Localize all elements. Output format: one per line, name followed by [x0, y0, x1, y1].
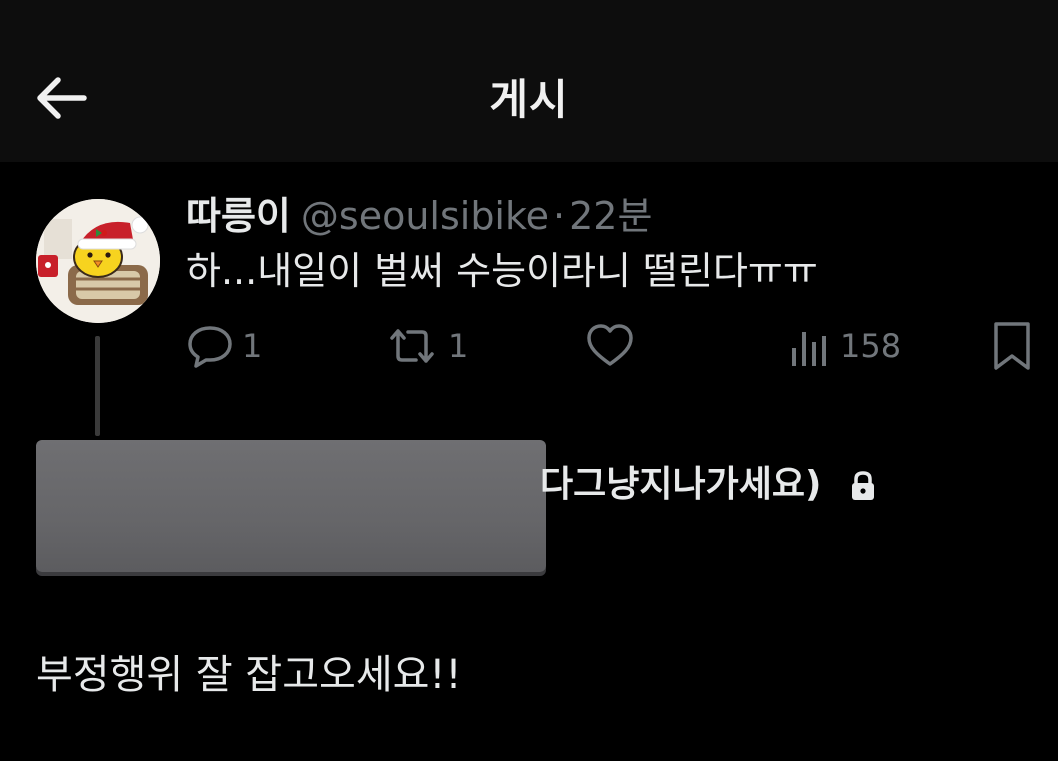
views-count: 158 — [840, 327, 902, 365]
lock-icon — [852, 471, 874, 500]
user-handle[interactable]: @seoulsibike — [301, 194, 549, 238]
redaction-box — [36, 440, 546, 572]
heart-icon — [587, 324, 633, 366]
tweet-text: 하...내일이 벌써 수능이라니 떨린다ㅠㅠ — [186, 249, 818, 293]
bookmark-icon — [994, 322, 1030, 370]
top-app-bar: 게시 — [0, 0, 1058, 162]
reply-button[interactable]: 1 — [186, 318, 262, 374]
bookmark-button[interactable] — [990, 318, 1034, 374]
retweet-icon — [390, 329, 434, 363]
bar-chart-icon — [792, 332, 826, 366]
views-button[interactable]: 158 — [788, 318, 901, 374]
separator-dot: · — [553, 194, 566, 238]
reply-display-name[interactable]: 다그냥지나가세요) — [540, 462, 821, 508]
retweet-button[interactable]: 1 — [384, 318, 468, 374]
comment-icon — [188, 326, 232, 368]
display-name[interactable]: 따릉이 — [186, 194, 291, 238]
reply-text: 부정행위 잘 잡고오세요!! — [36, 652, 462, 698]
chick-santa-avatar — [36, 199, 160, 323]
tweet-header: 따릉이 @seoulsibike · 22분 — [186, 193, 652, 239]
avatar[interactable] — [36, 199, 160, 323]
page-title: 게시 — [489, 75, 569, 124]
like-button[interactable] — [584, 318, 636, 374]
reply-count: 1 — [242, 327, 263, 365]
post-time[interactable]: 22분 — [569, 194, 652, 238]
tweet-actions: 1 1 158 — [0, 318, 1058, 374]
retweet-count: 1 — [448, 327, 469, 365]
